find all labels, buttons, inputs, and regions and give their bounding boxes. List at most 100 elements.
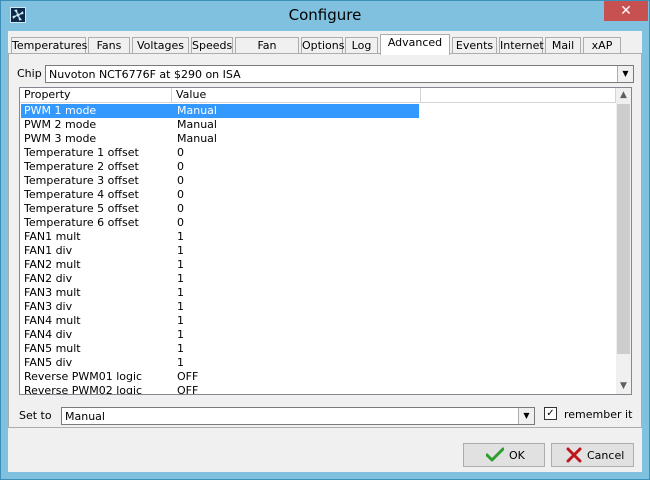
scroll-thumb[interactable]: [617, 104, 630, 354]
tab-advanced[interactable]: Advanced: [380, 34, 450, 55]
checkmark-icon: ✓: [546, 408, 555, 419]
tab-speeds[interactable]: Speeds: [191, 37, 233, 54]
list-item[interactable]: PWM 3 mode Manual: [20, 132, 616, 146]
tab-fans[interactable]: Fans: [88, 37, 130, 54]
value-cell: 1: [177, 356, 184, 369]
list-item[interactable]: FAN1 div 1: [20, 244, 616, 258]
property-cell: Temperature 4 offset: [24, 188, 139, 201]
list-item[interactable]: Temperature 2 offset 0: [20, 160, 616, 174]
list-item[interactable]: Temperature 1 offset 0: [20, 146, 616, 160]
value-cell: 1: [177, 328, 184, 341]
list-item[interactable]: FAN4 mult 1: [20, 314, 616, 328]
value-cell: 0: [177, 146, 184, 159]
window-title: Configure: [288, 6, 362, 24]
property-cell: Temperature 5 offset: [24, 202, 139, 215]
tab-events[interactable]: Events: [452, 37, 497, 54]
property-cell: Reverse PWM02 logic: [24, 384, 143, 395]
tab-voltages[interactable]: Voltages: [132, 37, 189, 54]
property-cell: FAN2 div: [24, 272, 73, 285]
property-cell: Temperature 6 offset: [24, 216, 139, 229]
value-cell: 1: [177, 244, 184, 257]
list-item[interactable]: FAN1 mult 1: [20, 230, 616, 244]
list-item[interactable]: Temperature 3 offset 0: [20, 174, 616, 188]
property-cell: FAN3 div: [24, 300, 73, 313]
chip-select[interactable]: Nuvoton NCT6776F at $290 on ISA ▼: [45, 65, 634, 83]
property-cell: FAN5 div: [24, 356, 73, 369]
chip-label: Chip: [17, 67, 42, 80]
tab-temperatures[interactable]: Temperatures: [11, 37, 87, 54]
property-cell: Temperature 3 offset: [24, 174, 139, 187]
value-cell: 1: [177, 314, 184, 327]
list-item[interactable]: FAN3 div 1: [20, 300, 616, 314]
column-header-filler: [421, 88, 616, 103]
list-item[interactable]: Reverse PWM02 logic OFF: [20, 384, 616, 395]
tab-options[interactable]: Options: [301, 37, 344, 54]
value-cell: Manual: [177, 118, 217, 131]
column-header-value[interactable]: Value: [172, 88, 421, 103]
list-rows: PWM 1 mode Manual PWM 2 mode Manual PWM 3 mo…: [20, 104, 616, 395]
scroll-up-icon[interactable]: ▲: [616, 88, 631, 103]
list-item[interactable]: Temperature 6 offset 0: [20, 216, 616, 230]
list-item[interactable]: FAN5 mult 1: [20, 342, 616, 356]
list-item[interactable]: Temperature 5 offset 0: [20, 202, 616, 216]
value-cell: 1: [177, 286, 184, 299]
list-item[interactable]: Temperature 4 offset 0: [20, 188, 616, 202]
value-cell: 0: [177, 188, 184, 201]
value-cell: 0: [177, 160, 184, 173]
value-cell: 1: [177, 272, 184, 285]
vertical-scrollbar[interactable]: ▲ ▼: [616, 88, 631, 394]
value-cell: Manual: [177, 132, 217, 145]
chevron-down-icon[interactable]: ▼: [518, 408, 534, 424]
tab-internet[interactable]: Internet: [499, 37, 544, 54]
value-cell: OFF: [177, 384, 199, 395]
title-bar[interactable]: Configure ✕: [1, 1, 649, 31]
list-item[interactable]: PWM 1 mode Manual: [20, 104, 616, 118]
property-list[interactable]: Property Value PWM 1 mode Manual PWM 2 mod…: [19, 87, 632, 395]
chip-select-value: Nuvoton NCT6776F at $290 on ISA: [49, 68, 241, 81]
chevron-down-icon[interactable]: ▼: [617, 66, 633, 82]
list-item[interactable]: PWM 2 mode Manual: [20, 118, 616, 132]
property-cell: FAN1 div: [24, 244, 73, 257]
value-cell: OFF: [177, 370, 199, 383]
dialog-client: Temperatures Fans Voltages Speeds Fan Co…: [8, 31, 642, 472]
set-to-select[interactable]: Manual ▼: [61, 407, 535, 425]
value-cell: 0: [177, 216, 184, 229]
list-item[interactable]: Reverse PWM01 logic OFF: [20, 370, 616, 384]
close-button[interactable]: ✕: [604, 1, 648, 21]
tab-fan-control[interactable]: Fan Control: [235, 37, 299, 68]
value-cell: 1: [177, 230, 184, 243]
value-cell: 1: [177, 300, 184, 313]
tab-xap[interactable]: xAP: [583, 37, 621, 54]
column-header-property[interactable]: Property: [20, 88, 172, 103]
remember-checkbox[interactable]: ✓: [544, 407, 557, 420]
list-item[interactable]: FAN5 div 1: [20, 356, 616, 370]
tab-log[interactable]: Log: [345, 37, 378, 54]
value-cell: 1: [177, 258, 184, 271]
set-to-label: Set to: [19, 409, 52, 422]
property-cell: PWM 3 mode: [24, 132, 97, 145]
list-item[interactable]: FAN3 mult 1: [20, 286, 616, 300]
list-item[interactable]: FAN2 mult 1: [20, 258, 616, 272]
property-cell: PWM 1 mode: [24, 104, 97, 117]
scroll-down-icon[interactable]: ▼: [616, 379, 631, 394]
tab-mail[interactable]: Mail: [545, 37, 581, 54]
property-cell: Temperature 2 offset: [24, 160, 139, 173]
advanced-panel: Chip Nuvoton NCT6776F at $290 on ISA ▼ P…: [8, 53, 642, 428]
check-icon: [486, 447, 504, 462]
value-cell: 0: [177, 202, 184, 215]
value-cell: 0: [177, 174, 184, 187]
property-cell: FAN1 mult: [24, 230, 81, 243]
remember-label[interactable]: remember it: [564, 408, 632, 421]
value-cell: 1: [177, 342, 184, 355]
property-cell: FAN5 mult: [24, 342, 81, 355]
ok-button[interactable]: OK: [463, 443, 545, 467]
property-cell: FAN2 mult: [24, 258, 81, 271]
property-cell: FAN3 mult: [24, 286, 81, 299]
list-item[interactable]: FAN2 div 1: [20, 272, 616, 286]
ok-label: OK: [509, 449, 525, 462]
x-icon: [566, 447, 582, 463]
list-item[interactable]: FAN4 div 1: [20, 328, 616, 342]
property-cell: Temperature 1 offset: [24, 146, 139, 159]
tab-strip: Temperatures Fans Voltages Speeds Fan Co…: [8, 34, 642, 68]
cancel-button[interactable]: Cancel: [551, 443, 634, 467]
